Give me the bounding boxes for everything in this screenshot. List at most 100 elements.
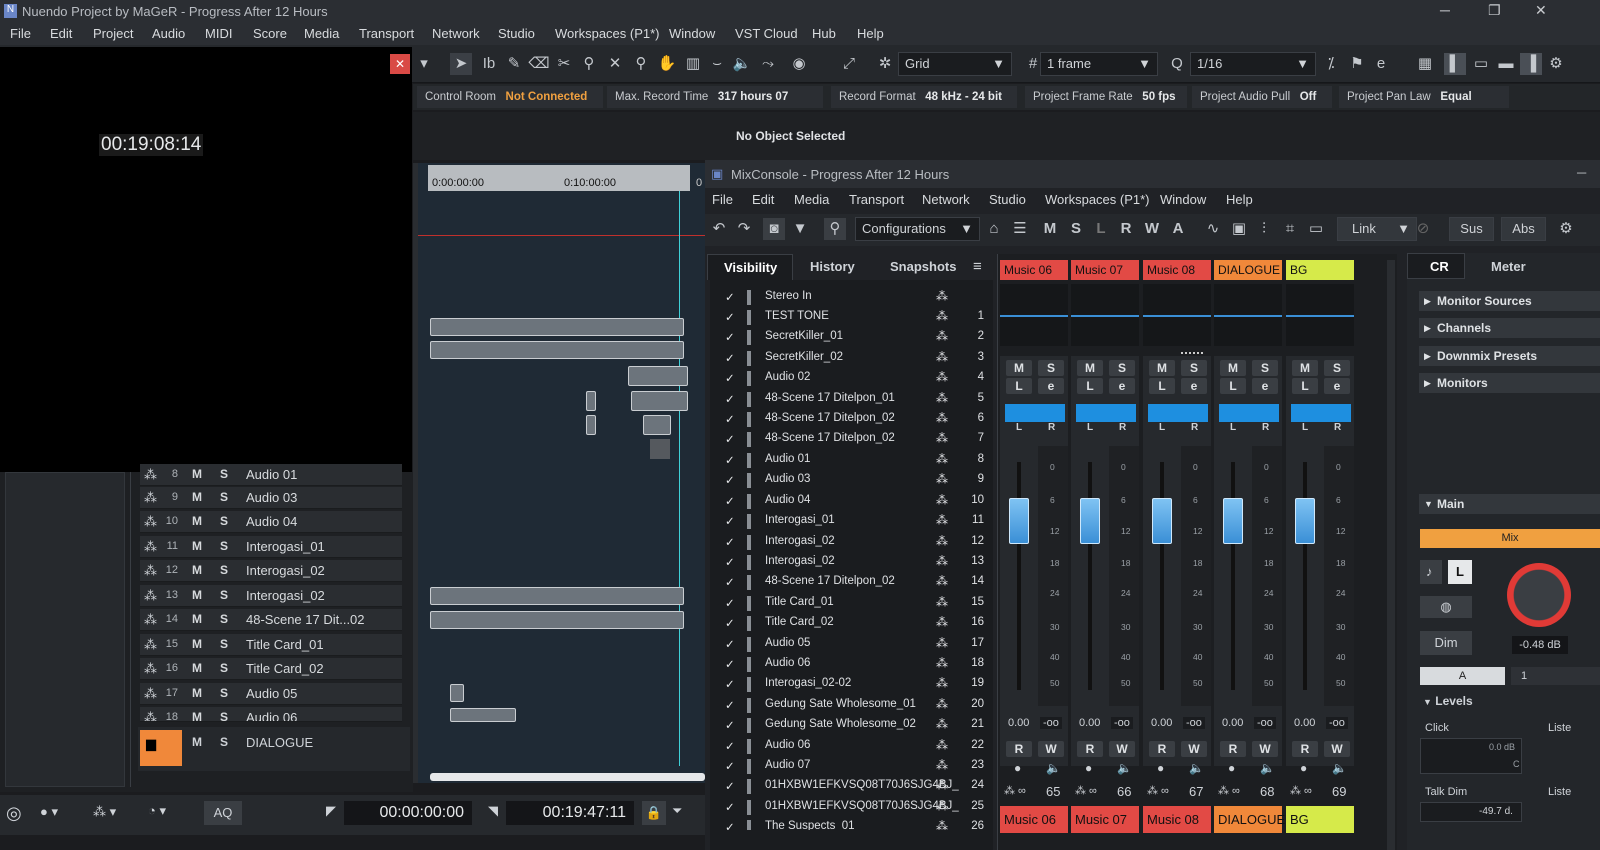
mix-source-button[interactable]: Mix (1420, 529, 1600, 548)
grid-type-select[interactable]: Grid ▼ (898, 52, 1012, 76)
checkmark-icon[interactable]: ✓ (725, 330, 735, 344)
channel-edit-icon[interactable]: e (1181, 378, 1207, 394)
track-row[interactable]: ⁂ 8 M S Audio 01 (140, 464, 402, 486)
visibility-row[interactable]: ✓ Title Card_01 ⁂ 15 (710, 593, 993, 613)
channel-name-top[interactable]: Music 06 (1000, 260, 1068, 280)
visibility-row[interactable]: ✓ 01HXBW1EFKVSQ08T70J6SJG4BJ_ ⁂ 24 (710, 776, 993, 796)
audio-event[interactable] (430, 318, 684, 336)
visibility-row[interactable]: ✓ Audio 02 ⁂ 4 (710, 368, 993, 388)
audio-event[interactable] (643, 415, 671, 435)
channel-panner[interactable] (1005, 404, 1065, 422)
visibility-row[interactable]: ✓ 48-Scene 17 Ditelpon_02 ⁂ 7 (710, 429, 993, 449)
channel-mute-button[interactable]: M (1077, 360, 1103, 376)
menu-edit[interactable]: Edit (50, 26, 72, 41)
mute-button[interactable]: M (192, 735, 202, 749)
channel-solo-button[interactable]: S (1252, 360, 1278, 376)
mute-button[interactable]: M (192, 661, 202, 675)
section-monitor-sources[interactable]: ▶ Monitor Sources (1419, 291, 1600, 311)
visibility-row[interactable]: ✓ Audio 04 ⁂ 10 (710, 491, 993, 511)
left-locator-time[interactable]: 00:00:00:00 (344, 801, 472, 825)
checkmark-icon[interactable]: ✓ (725, 514, 735, 528)
channel-name-top[interactable]: BG (1286, 260, 1354, 280)
resize-handle[interactable] (1181, 352, 1203, 355)
menu-media[interactable]: Media (304, 26, 339, 41)
checkmark-icon[interactable]: ✓ (725, 739, 735, 753)
ruler[interactable]: 0:00:00:00 0:10:00:00 (428, 165, 690, 191)
lock-icon[interactable]: 🔒 (642, 801, 666, 825)
visibility-row[interactable]: ✓ Audio 01 ⁂ 8 (710, 450, 993, 470)
track-row[interactable]: ⁂ 16 M S Title Card_02 (140, 658, 402, 680)
track-row[interactable]: ⁂ 17 M S Audio 05 (140, 683, 402, 705)
track-row[interactable]: ⁂ 18 M S Audio 06 (140, 707, 402, 722)
sus-button[interactable]: Sus (1449, 217, 1494, 241)
folder-track[interactable]: ▆ M S DIALOGUE (138, 727, 410, 771)
channel-name-bottom[interactable]: Music 06 (1000, 806, 1068, 833)
solo-button[interactable]: S (220, 735, 228, 749)
link-disable-icon[interactable]: ⊘ (1412, 218, 1434, 240)
mute-all-button[interactable]: M (1039, 218, 1061, 240)
minimize-icon[interactable]: ─ (1440, 2, 1450, 18)
horizontal-scrollbar[interactable] (430, 773, 705, 781)
close-video-icon[interactable]: ✕ (390, 54, 410, 74)
checkmark-icon[interactable]: ✓ (725, 555, 735, 569)
solo-button[interactable]: S (220, 686, 228, 700)
write-automation-button[interactable]: W (1038, 741, 1064, 757)
inspector-icon[interactable]: ▭ (1470, 53, 1492, 75)
sync-icon[interactable]: ◎ (6, 803, 22, 824)
glue-tool-icon[interactable]: ⚲ (578, 53, 600, 75)
track-row[interactable]: ⁂ 13 M S Interogasi_02 (140, 585, 402, 607)
monitor-speaker-icon[interactable]: 🔈 (1260, 761, 1275, 775)
read-automation-button[interactable]: R (1220, 741, 1246, 757)
timewarp-tool-icon[interactable]: ⌣ (706, 53, 728, 75)
insert-icon[interactable]: ▣ (1228, 218, 1250, 240)
solo-button[interactable]: S (220, 661, 228, 675)
right-locator-time[interactable]: 00:19:47:11 (506, 801, 634, 825)
dim-button[interactable]: Dim (1420, 631, 1472, 655)
mute-button[interactable]: M (192, 588, 202, 602)
channel-name-bottom[interactable]: BG (1286, 806, 1354, 833)
channel-mute-button[interactable]: M (1149, 360, 1175, 376)
visibility-row[interactable]: ✓ Interogasi_02 ⁂ 13 (710, 552, 993, 572)
metronome-icon[interactable]: ◔ ▾ (148, 803, 166, 819)
channel-solo-button[interactable]: S (1324, 360, 1350, 376)
channel-fader[interactable] (1223, 498, 1243, 544)
solo-button[interactable]: S (220, 588, 228, 602)
visibility-row[interactable]: ✓ 48-Scene 17 Ditelpon_01 ⁂ 5 (710, 389, 993, 409)
audio-event[interactable] (650, 439, 670, 459)
visibility-row[interactable]: ✓ Audio 06 ⁂ 22 (710, 736, 993, 756)
listen-icon[interactable]: ♪ (1420, 560, 1442, 584)
channel-panner[interactable] (1219, 404, 1279, 422)
dropdown-arrow-icon[interactable]: ▾ (413, 53, 435, 75)
audio-event[interactable] (628, 366, 688, 386)
left-locator-icon[interactable]: ◤ (326, 803, 336, 819)
read-automation-button[interactable]: R (1292, 741, 1318, 757)
left-zone-icon[interactable]: ▌ (1444, 53, 1466, 75)
read-automation-button[interactable]: R (1006, 741, 1032, 757)
levels-header[interactable]: ▼ Levels (1423, 694, 1473, 708)
checkmark-icon[interactable]: ✓ (725, 800, 735, 814)
menu-midi[interactable]: MIDI (205, 26, 232, 41)
talk-dim-control[interactable]: -49.7 d. (1420, 802, 1522, 822)
channel-name-top[interactable]: Music 07 (1071, 260, 1139, 280)
menu-transport[interactable]: Transport (359, 26, 414, 41)
record-enable-icon[interactable]: ● (1228, 761, 1235, 775)
audio-event[interactable] (430, 341, 684, 359)
menu-file[interactable]: File (10, 26, 31, 41)
visibility-row[interactable]: ✓ Interogasi_02-02 ⁂ 19 (710, 674, 993, 694)
read-all-button[interactable]: R (1115, 218, 1137, 240)
checkmark-icon[interactable]: ✓ (725, 596, 735, 610)
undo-icon[interactable]: ↶ (708, 218, 730, 240)
channel-mute-button[interactable]: M (1220, 360, 1246, 376)
checkmark-icon[interactable]: ✓ (725, 616, 735, 630)
mute-button[interactable]: M (192, 710, 202, 721)
iterative-quantize-icon[interactable]: ⁒ (1320, 53, 1342, 75)
mix-menu-media[interactable]: Media (794, 192, 829, 207)
pointer-tool-icon[interactable]: ➤ (450, 53, 472, 75)
automation-all-button[interactable]: A (1167, 218, 1189, 240)
configurations-select[interactable]: Configurations ▼ (855, 217, 980, 241)
list-icon[interactable]: ☰ (1009, 218, 1031, 240)
close-icon[interactable]: ✕ (1535, 2, 1547, 19)
visibility-row[interactable]: ✓ Title Card_02 ⁂ 16 (710, 613, 993, 633)
quantize-apply-icon[interactable]: ⚑ (1346, 53, 1368, 75)
mix-menu-network[interactable]: Network (922, 192, 970, 207)
